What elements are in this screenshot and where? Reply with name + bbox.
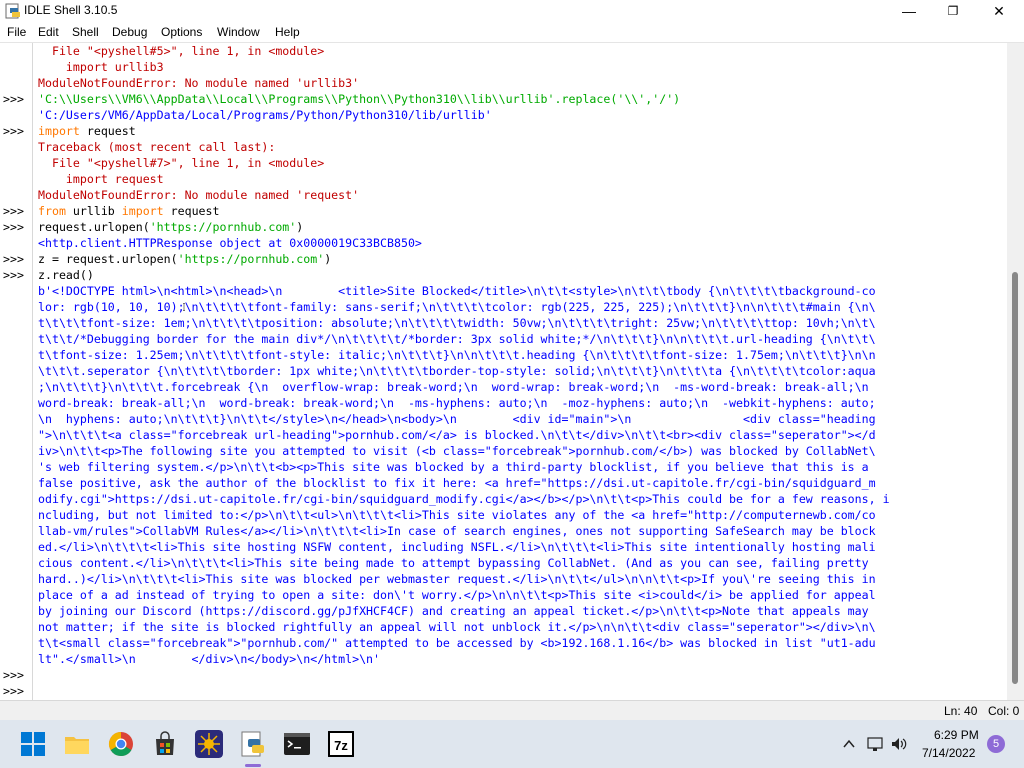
shell-line: iv>\n\t\t<p>The following site you attem… (38, 444, 876, 458)
shell-line: t\t\t\tfont-size: 1em;\n\t\t\t\tposition… (38, 316, 876, 330)
menu-debug[interactable]: Debug (112, 25, 147, 39)
shell-line: z = request.urlopen('https://pornhub.com… (38, 252, 332, 266)
prompt-gutter: >>> >>> >>> >>> >>> >>> >>> >>> (0, 43, 33, 701)
title-bar: IDLE Shell 3.10.5 — ❐ ✕ (0, 0, 1024, 22)
windows-start-icon[interactable] (19, 730, 47, 758)
menu-file[interactable]: File (7, 25, 26, 39)
chrome-icon[interactable] (107, 730, 135, 758)
shell-line: by joining our Discord (https://discord.… (38, 604, 869, 618)
column-number: Col: 0 (988, 704, 1020, 718)
shell-line: import request (38, 124, 136, 138)
prompt-marker: >>> (3, 92, 24, 106)
prompt-marker: >>> (3, 124, 24, 138)
menu-window[interactable]: Window (217, 25, 260, 39)
shell-line: lt".</small>\n </div>\n</body>\n</html>\… (38, 652, 381, 666)
svg-text:7z: 7z (334, 738, 348, 753)
menu-edit[interactable]: Edit (38, 25, 59, 39)
prompt-marker: >>> (3, 684, 24, 698)
shell-line: 'C:\\Users\\VM6\\AppData\\Local\\Program… (38, 92, 681, 106)
shell-line: <http.client.HTTPResponse object at 0x00… (38, 236, 422, 250)
scrollbar-thumb[interactable] (1012, 272, 1018, 684)
shell-line: t\tfont-size: 1.25em;\n\t\t\t\tfont-styl… (38, 348, 876, 362)
shell-line: false positive, ask the author of the bl… (38, 476, 876, 490)
shell-editor[interactable]: >>> >>> >>> >>> >>> >>> >>> >>> File "<p… (0, 42, 1024, 701)
python-idle-icon (5, 3, 20, 19)
shell-line: odify.cgi">https://dsi.ut-capitole.fr/cg… (38, 492, 890, 506)
shell-line: import request (38, 172, 164, 186)
prompt-marker: >>> (3, 268, 24, 282)
shell-line: llab-vm/rules">CollabVM Rules</a></li>\n… (38, 524, 876, 538)
shell-line: ModuleNotFoundError: No module named 'ur… (38, 76, 360, 90)
shell-line: t\t\t/*Debugging border for the main div… (38, 332, 876, 346)
shell-line: File "<pyshell#7>", line 1, in <module> (38, 156, 325, 170)
line-number: Ln: 40 (944, 704, 978, 718)
maximize-button[interactable]: ❐ (930, 0, 976, 22)
shell-line: \t\t\t.seperator {\n\t\t\t\tborder: 1px … (38, 364, 876, 378)
shell-line: \n hyphens: auto;\n\t\t\t}\n\t\t</style>… (38, 412, 876, 426)
shell-line: ">\n\t\t\t<a class="forcebreak url-headi… (38, 428, 876, 442)
status-bar: Ln: 40 Col: 0 (0, 700, 1024, 721)
chevron-up-icon[interactable] (842, 737, 856, 751)
shell-line: word-break: break-all;\n word-break: bre… (38, 396, 876, 410)
shell-line: 's web filtering system.</p>\n\t\t<b><p>… (38, 460, 869, 474)
shell-line: cious content.</li>\n\t\t\t<li>This site… (38, 556, 869, 570)
shell-line: hard..)</li>\n\t\t\t<li>This site was bl… (38, 572, 876, 586)
prompt-marker: >>> (3, 220, 24, 234)
shell-line: ModuleNotFoundError: No module named 're… (38, 188, 360, 202)
shell-line: from urllib import request (38, 204, 220, 218)
menu-bar: File Edit Shell Debug Options Window Hel… (0, 22, 1024, 42)
shell-line: import urllib3 (38, 60, 164, 74)
prompt-marker: >>> (3, 668, 24, 682)
shell-line: ed.</li>\n\t\t\t<li>This site hosting NS… (38, 540, 876, 554)
active-app-indicator (245, 764, 261, 767)
network-icon[interactable] (866, 735, 884, 753)
shell-line: File "<pyshell#5>", line 1, in <module> (38, 44, 325, 58)
shell-line: Traceback (most recent call last): (38, 140, 276, 154)
prompt-marker: >>> (3, 204, 24, 218)
shell-line: b'<!DOCTYPE html>\n<html>\n<head>\n <tit… (38, 284, 876, 298)
file-explorer-icon[interactable] (63, 730, 91, 758)
menu-help[interactable]: Help (275, 25, 300, 39)
notification-badge[interactable]: 5 (987, 735, 1005, 753)
shell-line: request.urlopen('https://pornhub.com') (38, 220, 304, 234)
burst-app-icon[interactable] (195, 730, 223, 758)
minimize-button[interactable]: — (886, 0, 932, 22)
menu-shell[interactable]: Shell (72, 25, 99, 39)
close-button[interactable]: ✕ (976, 0, 1022, 22)
shell-line: place of a ad instead of trying to open … (38, 588, 876, 602)
shell-line: ;\n\t\t\t}\n\t\t\t.forcebreak {\n overfl… (38, 380, 869, 394)
store-icon[interactable] (151, 730, 179, 758)
menu-options[interactable]: Options (161, 25, 202, 39)
clock-date[interactable]: 7/14/2022 (922, 746, 975, 760)
shell-line: lor: rgb(10, 10, 10);\n\t\t\t\tfont-fami… (38, 300, 876, 314)
clock-time[interactable]: 6:29 PM (934, 728, 979, 742)
text-cursor-icon (183, 303, 185, 311)
taskbar: 7z 6:29 PM 7/14/2022 (0, 720, 1024, 768)
system-tray (838, 720, 918, 768)
shell-line: not matter; if the site is blocked right… (38, 620, 876, 634)
shell-line: z.read() (38, 268, 94, 282)
terminal-icon[interactable] (283, 730, 311, 758)
volume-icon[interactable] (890, 735, 908, 753)
shell-line: t\t<small class="forcebreak">"pornhub.co… (38, 636, 876, 650)
7zip-icon[interactable]: 7z (327, 730, 355, 758)
shell-output[interactable]: File "<pyshell#5>", line 1, in <module> … (38, 43, 1002, 701)
shell-line: 'C:/Users/VM6/AppData/Local/Programs/Pyt… (38, 108, 492, 122)
python-idle-icon[interactable] (239, 730, 267, 758)
window-title: IDLE Shell 3.10.5 (24, 3, 118, 17)
shell-line: ncluding, but not limited to:</p>\n\t\t<… (38, 508, 876, 522)
prompt-marker: >>> (3, 252, 24, 266)
